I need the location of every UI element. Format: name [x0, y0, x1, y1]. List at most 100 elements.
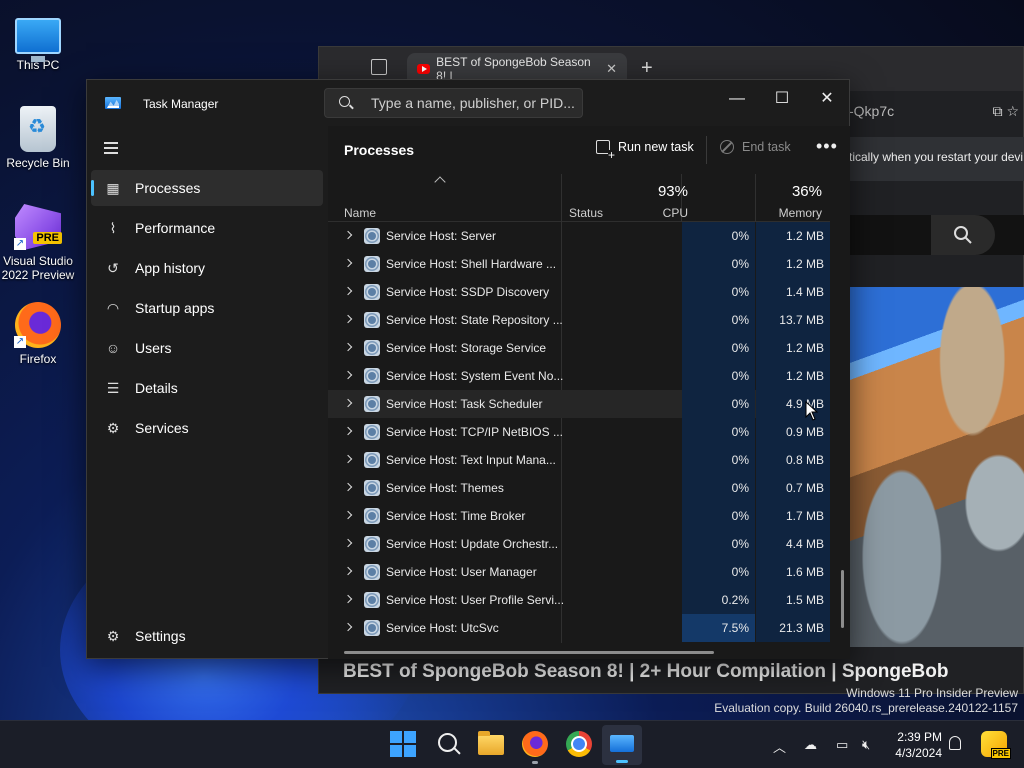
expand-chevron-icon[interactable]: [343, 230, 353, 240]
table-row[interactable]: Service Host: Storage Service 0% 1.2 MB: [328, 334, 830, 362]
table-row[interactable]: Service Host: Themes 0% 0.7 MB: [328, 474, 830, 502]
services-icon: ⚙: [106, 420, 120, 436]
table-row[interactable]: Service Host: UtcSvc 7.5% 21.3 MB: [328, 614, 830, 642]
process-memory: 0.7 MB: [756, 474, 830, 502]
expand-chevron-icon[interactable]: [343, 622, 353, 632]
nav-item-details[interactable]: ☰ Details: [91, 370, 323, 406]
nav-item-app-history[interactable]: ↺ App history: [91, 250, 323, 286]
table-row[interactable]: Service Host: Time Broker 0% 1.7 MB: [328, 502, 830, 530]
run-task-icon: [596, 140, 616, 160]
video-player[interactable]: [849, 287, 1024, 647]
tab-close-icon[interactable]: ✕: [606, 61, 617, 77]
process-name: Service Host: Storage Service: [386, 341, 547, 355]
close-button[interactable]: ✕: [804, 85, 850, 113]
nav-item-users[interactable]: ☺ Users: [91, 330, 323, 366]
table-row[interactable]: Service Host: Update Orchestr... 0% 4.4 MB: [328, 530, 830, 558]
desktop-icon-label: Recycle Bin: [6, 156, 70, 170]
process-list[interactable]: Service Host: Server 0% 1.2 MB Service Hos…: [328, 222, 830, 643]
shortcut-arrow-icon: ↗: [14, 238, 26, 250]
table-row[interactable]: Service Host: System Event No... 0% 1.2 MB: [328, 362, 830, 390]
desktop-icon-firefox[interactable]: ↗ Firefox: [0, 302, 76, 366]
desktop-icon-label: Visual Studio 2022 Preview: [1, 254, 75, 282]
expand-chevron-icon[interactable]: [343, 398, 353, 408]
expand-chevron-icon[interactable]: [343, 510, 353, 520]
column-name[interactable]: Name: [344, 206, 376, 220]
expand-chevron-icon[interactable]: [343, 454, 353, 464]
address-bar-icons[interactable]: ⧉ ☆: [993, 103, 1019, 120]
notification-bell-icon[interactable]: [949, 736, 961, 750]
table-row[interactable]: Service Host: SSDP Discovery 0% 1.4 MB: [328, 278, 830, 306]
table-row[interactable]: Service Host: User Manager 0% 1.6 MB: [328, 558, 830, 586]
service-host-icon: [364, 620, 380, 636]
process-cpu: 0%: [682, 306, 755, 334]
tab-archive-icon[interactable]: [371, 59, 387, 75]
nav-item-performance[interactable]: ⌇ Performance: [91, 210, 323, 246]
end-task-button[interactable]: End task: [720, 140, 791, 154]
process-name: Service Host: User Manager: [386, 565, 537, 579]
show-hidden-icons-chevron-icon[interactable]: ︿: [773, 737, 786, 756]
process-cpu: 0%: [682, 250, 755, 278]
table-row[interactable]: Service Host: User Profile Servi... 0.2% 1…: [328, 586, 830, 614]
network-offline-icon[interactable]: ☁: [804, 737, 817, 753]
volume-muted-icon[interactable]: 🔇︎: [862, 737, 870, 753]
expand-chevron-icon[interactable]: [343, 538, 353, 548]
display-icon[interactable]: ▭: [836, 737, 848, 753]
nav-item-startup-apps[interactable]: ◠ Startup apps: [91, 290, 323, 326]
hamburger-menu-icon[interactable]: [104, 142, 118, 157]
table-row[interactable]: Service Host: Task Scheduler 0% 4.9 MB: [328, 390, 830, 418]
column-cpu[interactable]: CPU: [663, 206, 688, 220]
table-row[interactable]: Service Host: Text Input Mana... 0% 0.8 MB: [328, 446, 830, 474]
table-row[interactable]: Service Host: Shell Hardware ... 0% 1.2 MB: [328, 250, 830, 278]
expand-chevron-icon[interactable]: [343, 342, 353, 352]
process-memory: 1.2 MB: [756, 334, 830, 362]
horizontal-scrollbar[interactable]: [344, 651, 714, 654]
expand-chevron-icon[interactable]: [343, 594, 353, 604]
maximize-button[interactable]: ☐: [759, 85, 805, 113]
expand-chevron-icon[interactable]: [343, 258, 353, 268]
expand-chevron-icon[interactable]: [343, 482, 353, 492]
process-memory: 1.5 MB: [756, 586, 830, 614]
desktop-icon-recycle-bin[interactable]: Recycle Bin: [0, 106, 76, 170]
taskbar-search-icon[interactable]: [436, 731, 462, 757]
process-name: Service Host: Server: [386, 229, 497, 243]
firefox-taskbar-icon[interactable]: [522, 731, 548, 757]
run-new-task-button[interactable]: Run new task: [596, 140, 694, 160]
column-memory[interactable]: Memory: [779, 206, 822, 220]
address-bar-fragment[interactable]: -Qkp7c: [849, 103, 894, 119]
table-row[interactable]: Service Host: Server 0% 1.2 MB: [328, 222, 830, 250]
copilot-icon[interactable]: PRE: [981, 731, 1011, 759]
expand-chevron-icon[interactable]: [343, 566, 353, 576]
nav-item-processes[interactable]: ▦ Processes: [91, 170, 323, 206]
new-tab-button[interactable]: +: [641, 57, 653, 80]
clock[interactable]: 2:39 PM 4/3/2024: [886, 729, 942, 761]
expand-chevron-icon[interactable]: [343, 286, 353, 296]
file-explorer-icon[interactable]: [478, 731, 504, 755]
cpu-total-percent[interactable]: 93%: [658, 183, 688, 200]
task-manager-taskbar-icon[interactable]: [602, 725, 642, 765]
sort-ascending-icon[interactable]: [434, 176, 446, 188]
start-button[interactable]: [390, 731, 416, 757]
minimize-button[interactable]: —: [714, 85, 760, 113]
running-indicator: [532, 761, 538, 764]
nav-item-services[interactable]: ⚙ Services: [91, 410, 323, 446]
task-manager-window[interactable]: Task Manager Type a name, publisher, or …: [86, 79, 850, 659]
run-new-task-label: Run new task: [618, 140, 694, 154]
vertical-scrollbar[interactable]: [841, 570, 844, 628]
column-status[interactable]: Status: [569, 206, 603, 220]
mouse-cursor-icon: [805, 401, 818, 421]
expand-chevron-icon[interactable]: [343, 314, 353, 324]
desktop-icon-visual-studio[interactable]: PRE ↗ Visual Studio 2022 Preview: [0, 204, 76, 282]
table-row[interactable]: Service Host: State Repository ... 0% 13.7…: [328, 306, 830, 334]
chrome-taskbar-icon[interactable]: [566, 731, 592, 757]
memory-total-percent[interactable]: 36%: [792, 183, 822, 200]
title-bar[interactable]: Task Manager Type a name, publisher, or …: [87, 80, 849, 126]
nav-item-settings[interactable]: ⚙ Settings: [91, 620, 323, 652]
expand-chevron-icon[interactable]: [343, 370, 353, 380]
youtube-search-button[interactable]: [931, 215, 995, 255]
more-options-button[interactable]: •••: [816, 136, 838, 157]
desktop-icon-this-pc[interactable]: This PC: [0, 10, 76, 72]
table-row[interactable]: Service Host: TCP/IP NetBIOS ... 0% 0.9 MB: [328, 418, 830, 446]
expand-chevron-icon[interactable]: [343, 426, 353, 436]
search-input[interactable]: Type a name, publisher, or PID...: [324, 88, 583, 118]
service-host-icon: [364, 424, 380, 440]
